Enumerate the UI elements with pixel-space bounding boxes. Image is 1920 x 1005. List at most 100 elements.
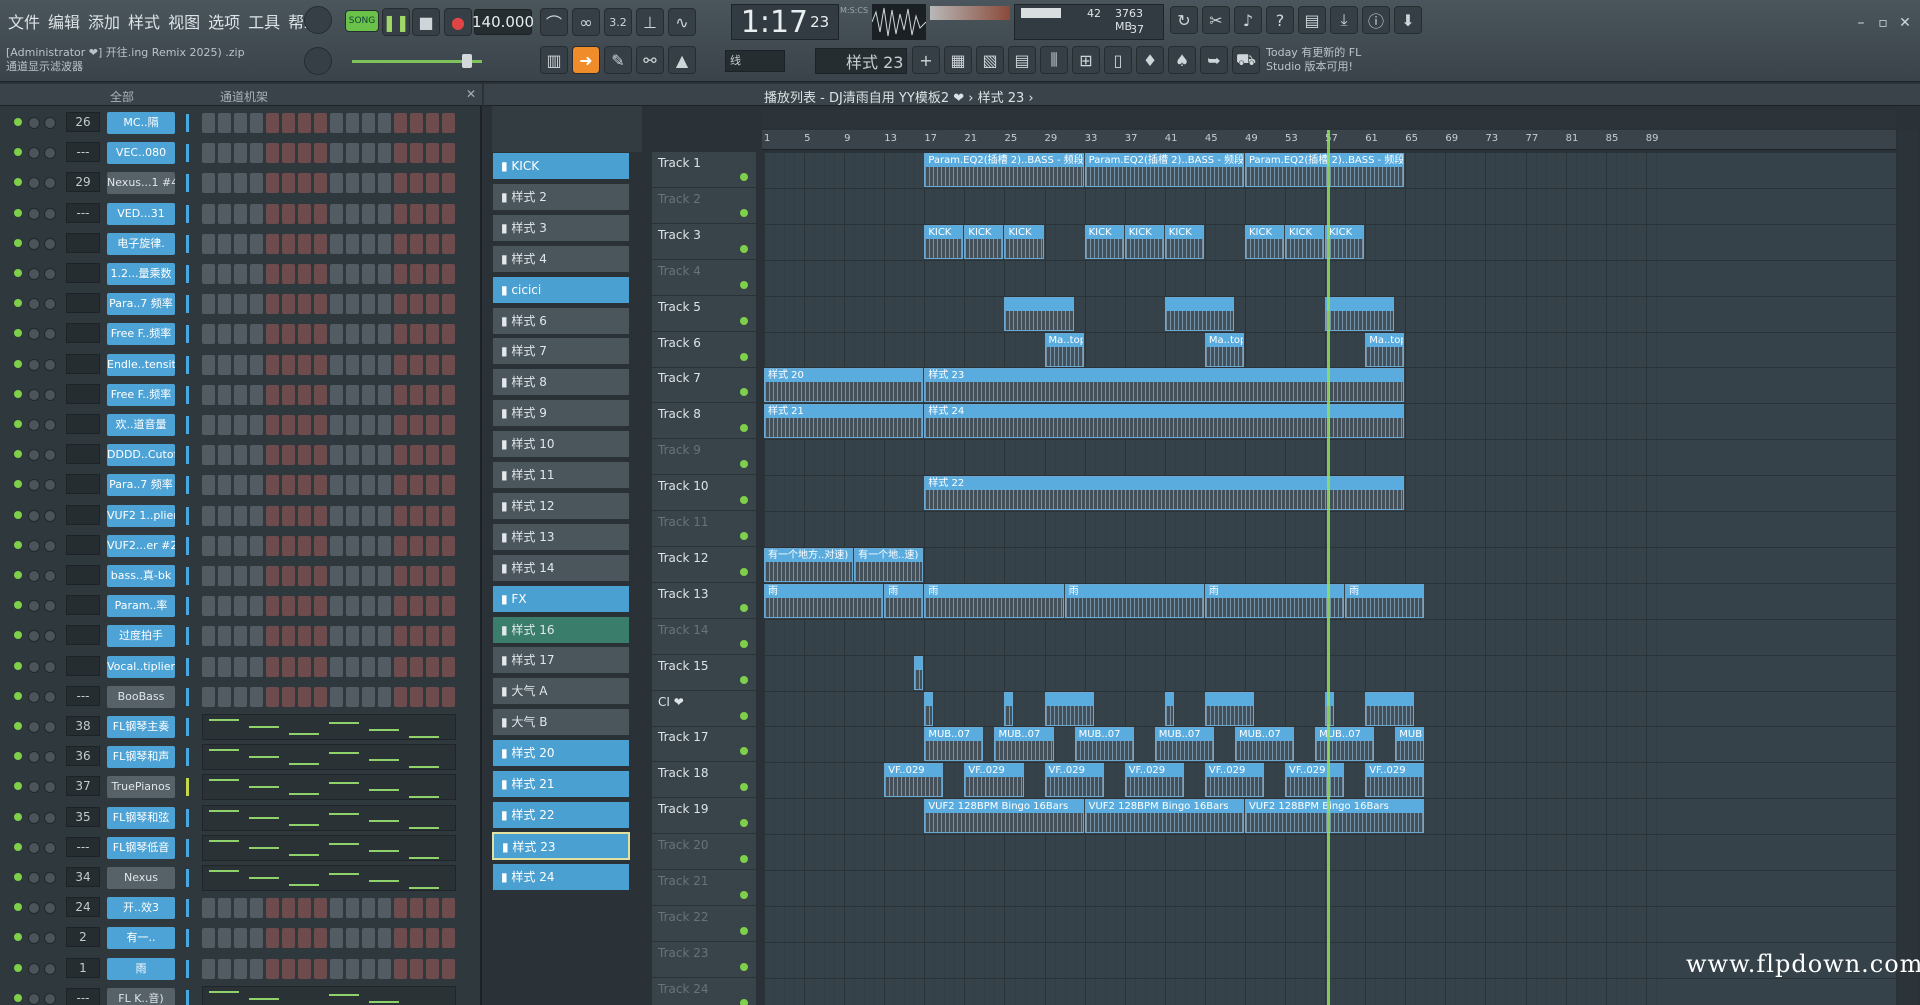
step-sequencer[interactable] bbox=[202, 264, 456, 284]
metronome-icon[interactable]: ⌒ bbox=[540, 8, 568, 36]
step-button[interactable] bbox=[442, 475, 455, 496]
step-button[interactable] bbox=[218, 505, 231, 526]
step-button[interactable] bbox=[250, 686, 263, 707]
step-button[interactable] bbox=[426, 445, 439, 466]
song-overview[interactable] bbox=[762, 110, 1896, 128]
mute-led[interactable] bbox=[14, 842, 22, 851]
step-button[interactable] bbox=[330, 656, 343, 677]
playlist-clip[interactable]: 雨 bbox=[764, 583, 884, 618]
playlist-clip[interactable] bbox=[1164, 691, 1174, 726]
pan-knob[interactable] bbox=[28, 177, 40, 190]
step-button[interactable] bbox=[426, 264, 439, 284]
pan-knob[interactable] bbox=[28, 902, 40, 915]
track-header[interactable]: Track 12 bbox=[652, 547, 756, 583]
step-button[interactable] bbox=[362, 113, 375, 133]
step-button[interactable] bbox=[202, 686, 215, 707]
volume-knob[interactable] bbox=[44, 721, 56, 733]
step-button[interactable] bbox=[346, 898, 359, 919]
arrow-tool-icon[interactable]: ➜ bbox=[572, 46, 600, 74]
track-mute-led[interactable] bbox=[740, 891, 748, 899]
step-button[interactable] bbox=[442, 656, 455, 677]
step-button[interactable] bbox=[442, 596, 455, 617]
step-button[interactable] bbox=[282, 958, 295, 979]
step-button[interactable] bbox=[250, 898, 263, 919]
mute-led[interactable] bbox=[14, 269, 22, 277]
step-sequencer[interactable] bbox=[202, 203, 456, 224]
step-button[interactable] bbox=[378, 233, 391, 254]
step-button[interactable] bbox=[218, 566, 231, 586]
step-button[interactable] bbox=[298, 415, 311, 435]
step-button[interactable] bbox=[330, 264, 343, 284]
pan-knob[interactable] bbox=[28, 570, 40, 582]
step-button[interactable] bbox=[202, 203, 215, 224]
step-button[interactable] bbox=[426, 958, 439, 979]
channel-row[interactable]: 电子旋律. bbox=[0, 229, 482, 259]
playlist-clip[interactable]: Ma..top bbox=[1044, 332, 1084, 367]
step-button[interactable] bbox=[426, 384, 439, 405]
volume-knob[interactable] bbox=[44, 419, 56, 431]
pan-knob[interactable] bbox=[28, 721, 40, 733]
step-button[interactable] bbox=[442, 566, 455, 586]
step-button[interactable] bbox=[426, 656, 439, 677]
channel-row[interactable]: 34 Nexus bbox=[0, 863, 482, 893]
step-button[interactable] bbox=[298, 233, 311, 254]
track-mute-led[interactable] bbox=[740, 244, 748, 253]
playlist-clip[interactable]: KICK bbox=[1084, 224, 1124, 259]
step-button[interactable] bbox=[282, 596, 295, 617]
link-icon[interactable]: ⚯ bbox=[636, 46, 664, 74]
playlist-clip[interactable]: 样式 24 bbox=[924, 404, 1405, 439]
pan-knob[interactable] bbox=[28, 630, 40, 643]
pan-knob[interactable] bbox=[28, 872, 40, 884]
step-button[interactable] bbox=[442, 173, 455, 194]
mixer-track-number[interactable] bbox=[66, 414, 100, 434]
step-sequencer[interactable] bbox=[202, 384, 456, 405]
step-button[interactable] bbox=[394, 656, 407, 677]
playlist-clip[interactable]: MUB..07 bbox=[1154, 727, 1214, 762]
step-button[interactable] bbox=[250, 294, 263, 315]
step-button[interactable] bbox=[394, 233, 407, 254]
step-button[interactable] bbox=[362, 203, 375, 224]
mute-led[interactable] bbox=[14, 510, 22, 519]
step-button[interactable] bbox=[426, 294, 439, 315]
step-sequencer[interactable] bbox=[202, 898, 456, 919]
pan-knob[interactable] bbox=[28, 237, 40, 250]
step-button[interactable] bbox=[202, 445, 215, 466]
step-button[interactable] bbox=[378, 294, 391, 315]
step-button[interactable] bbox=[266, 958, 279, 979]
step-button[interactable] bbox=[346, 566, 359, 586]
playlist-clip[interactable] bbox=[1164, 296, 1234, 331]
step-button[interactable] bbox=[282, 173, 295, 194]
playlist-clip[interactable]: Ma..top bbox=[1365, 332, 1405, 367]
channel-name-button[interactable]: Free F..频率 bbox=[107, 383, 175, 406]
step-button[interactable] bbox=[410, 928, 423, 949]
step-button[interactable] bbox=[282, 354, 295, 375]
step-button[interactable] bbox=[314, 535, 327, 556]
track-mute-led[interactable] bbox=[740, 855, 748, 864]
pan-knob[interactable] bbox=[28, 992, 40, 1005]
step-button[interactable] bbox=[282, 113, 295, 133]
step-button[interactable] bbox=[250, 656, 263, 677]
step-button[interactable] bbox=[202, 294, 215, 315]
piano-roll-preview[interactable] bbox=[202, 774, 456, 801]
step-button[interactable] bbox=[298, 143, 311, 164]
volume-knob[interactable] bbox=[44, 237, 56, 250]
channel-select-bar[interactable] bbox=[186, 416, 189, 434]
channel-select-bar[interactable] bbox=[186, 778, 189, 797]
step-button[interactable] bbox=[362, 958, 375, 979]
pencil-tool-icon[interactable]: ✎ bbox=[604, 46, 632, 74]
step-button[interactable] bbox=[346, 415, 359, 435]
step-button[interactable] bbox=[394, 324, 407, 345]
step-button[interactable] bbox=[218, 898, 231, 919]
pan-knob[interactable] bbox=[28, 479, 40, 492]
cut-icon[interactable]: ✂ bbox=[1202, 6, 1230, 34]
step-sequencer[interactable] bbox=[202, 143, 456, 164]
step-button[interactable] bbox=[378, 324, 391, 345]
step-button[interactable] bbox=[266, 566, 279, 586]
track-header[interactable]: Track 21 bbox=[652, 870, 756, 906]
step-button[interactable] bbox=[346, 173, 359, 194]
step-button[interactable] bbox=[298, 596, 311, 617]
channel-row[interactable]: Para..7 频率 bbox=[0, 470, 482, 500]
channel-select-bar[interactable] bbox=[186, 265, 189, 283]
step-button[interactable] bbox=[330, 596, 343, 617]
track-mute-led[interactable] bbox=[740, 603, 748, 612]
